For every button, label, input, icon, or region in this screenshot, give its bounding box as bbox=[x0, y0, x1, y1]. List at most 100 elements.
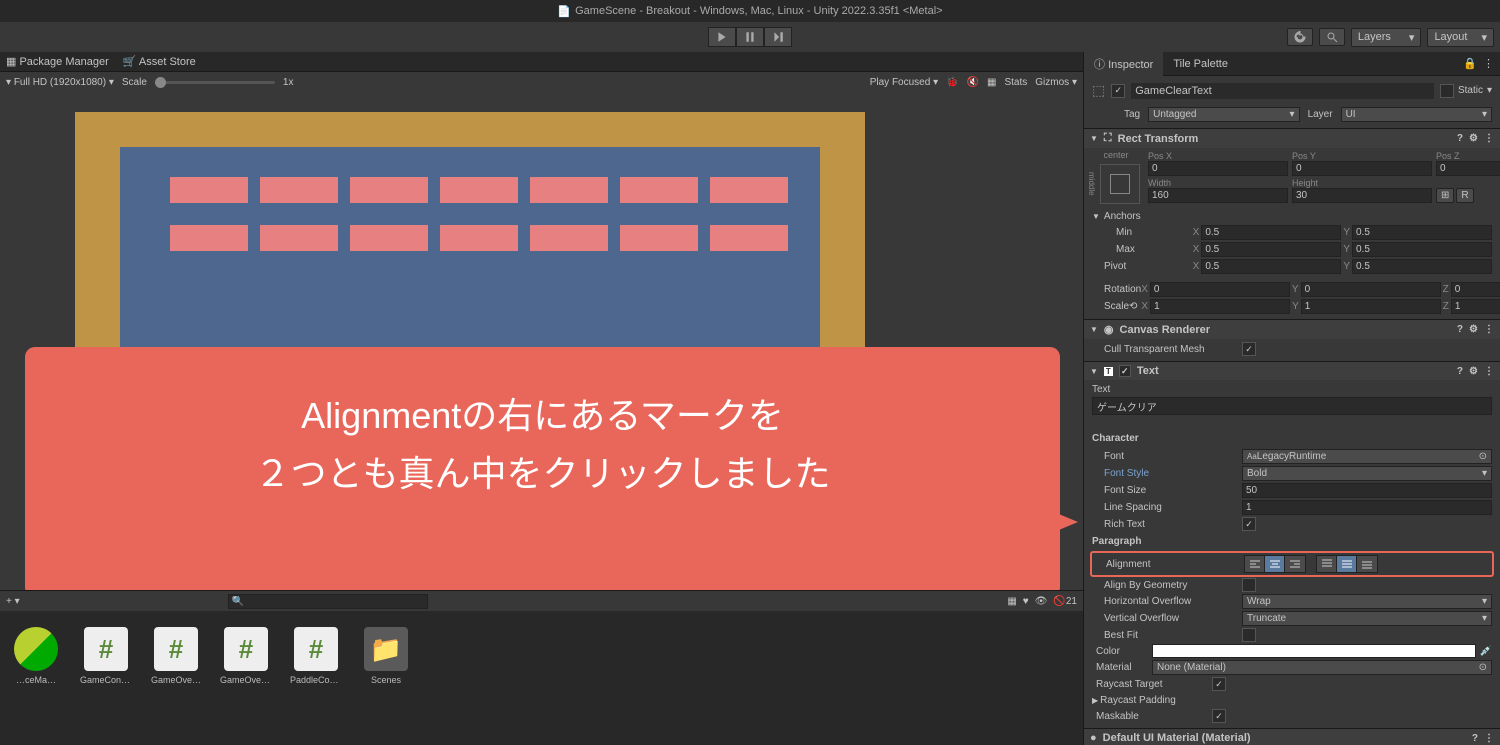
v-overflow-dropdown[interactable]: Truncate▾ bbox=[1242, 611, 1492, 626]
raw-edit-button[interactable]: R bbox=[1456, 188, 1473, 203]
text-enabled-checkbox[interactable] bbox=[1119, 365, 1131, 377]
anchor-preset-button[interactable]: middle bbox=[1100, 164, 1140, 204]
align-center-button[interactable] bbox=[1265, 556, 1285, 572]
font-style-dropdown[interactable]: Bold▾ bbox=[1242, 466, 1492, 481]
eyedropper-icon[interactable]: 💉 bbox=[1480, 646, 1492, 657]
step-button[interactable] bbox=[764, 27, 792, 47]
anchor-max-x[interactable] bbox=[1201, 242, 1341, 257]
anchor-max-y[interactable] bbox=[1352, 242, 1492, 257]
asset-item[interactable]: #PaddleCon… bbox=[290, 627, 342, 685]
scale-z[interactable] bbox=[1451, 299, 1500, 314]
width-input[interactable] bbox=[1148, 188, 1288, 203]
constrain-icon[interactable]: ⟲ bbox=[1129, 301, 1137, 312]
layers-dropdown[interactable]: Layers ▾ bbox=[1351, 28, 1422, 47]
project-filter-icon[interactable]: ▦ bbox=[1007, 596, 1016, 607]
font-field[interactable]: AaLegacyRuntime⊙ bbox=[1242, 449, 1492, 464]
search-button[interactable] bbox=[1319, 28, 1345, 46]
stats-button[interactable]: Stats bbox=[1004, 77, 1027, 88]
rot-y[interactable] bbox=[1301, 282, 1441, 297]
undo-history-button[interactable] bbox=[1287, 28, 1313, 46]
posy-input[interactable] bbox=[1292, 161, 1432, 176]
line-spacing-input[interactable] bbox=[1242, 500, 1492, 515]
posx-input[interactable] bbox=[1148, 161, 1288, 176]
blueprint-button[interactable]: ⊞ bbox=[1436, 188, 1454, 203]
layout-dropdown[interactable]: Layout ▾ bbox=[1427, 28, 1494, 47]
anchor-min-x[interactable] bbox=[1201, 225, 1341, 240]
align-bottom-button[interactable] bbox=[1357, 556, 1377, 572]
tab-tile-palette[interactable]: Tile Palette bbox=[1163, 54, 1238, 74]
pivot-x[interactable] bbox=[1201, 259, 1341, 274]
aspect-dropdown[interactable]: ▾ Full HD (1920x1080) ▾ bbox=[6, 77, 114, 88]
canvas-renderer-header[interactable]: ▼◉ Canvas Renderer ?⚙⋮ bbox=[1084, 320, 1500, 339]
material-field[interactable]: None (Material)⊙ bbox=[1152, 660, 1492, 675]
anchor-min-y[interactable] bbox=[1352, 225, 1492, 240]
debug-icon[interactable]: 🐞 bbox=[946, 77, 958, 88]
gameobject-name-input[interactable] bbox=[1131, 83, 1434, 99]
asset-item[interactable]: …ceMa… bbox=[10, 627, 62, 685]
help-icon[interactable]: ? bbox=[1457, 324, 1463, 335]
vsync-icon[interactable]: ▦ bbox=[987, 77, 996, 88]
rect-transform-header[interactable]: ▼⛶ Rect Transform ?⚙⋮ bbox=[1084, 129, 1500, 148]
default-material-header[interactable]: ● Default UI Material (Material) ?⋮ bbox=[1084, 729, 1500, 745]
pause-button[interactable] bbox=[736, 27, 764, 47]
layer-dropdown[interactable]: UI▾ bbox=[1341, 107, 1492, 122]
align-middle-button[interactable] bbox=[1337, 556, 1357, 572]
height-input[interactable] bbox=[1292, 188, 1432, 203]
preset-icon[interactable]: ⚙ bbox=[1469, 366, 1478, 377]
asset-item[interactable]: 📁Scenes bbox=[360, 627, 412, 685]
cull-checkbox[interactable] bbox=[1242, 342, 1256, 356]
play-button[interactable] bbox=[708, 27, 736, 47]
h-overflow-dropdown[interactable]: Wrap▾ bbox=[1242, 594, 1492, 609]
project-favorite-icon[interactable]: ♥ bbox=[1023, 596, 1029, 607]
scale-y[interactable] bbox=[1301, 299, 1441, 314]
align-left-button[interactable] bbox=[1245, 556, 1265, 572]
asset-item[interactable]: #GameCont… bbox=[80, 627, 132, 685]
game-view[interactable]: Alignmentの右にあるマークを ２つとも真ん中をクリックしました bbox=[0, 92, 1083, 590]
rich-text-checkbox[interactable] bbox=[1242, 517, 1256, 531]
tab-package-manager[interactable]: ▦ Package Manager bbox=[6, 55, 109, 68]
document-icon: 📄 bbox=[557, 5, 571, 18]
help-icon[interactable]: ? bbox=[1457, 133, 1463, 144]
tab-asset-store[interactable]: 🛒 Asset Store bbox=[123, 55, 196, 68]
preset-icon[interactable]: ⚙ bbox=[1469, 133, 1478, 144]
project-search-input[interactable] bbox=[228, 594, 428, 609]
asset-item[interactable]: #GameOver… bbox=[220, 627, 272, 685]
mute-icon[interactable]: 🔇 bbox=[967, 77, 979, 88]
text-content-input[interactable] bbox=[1092, 397, 1492, 415]
menu-icon[interactable]: ⋮ bbox=[1483, 57, 1494, 70]
project-add-button[interactable]: + ▾ bbox=[6, 596, 20, 607]
project-hidden-icon[interactable]: 🚫21 bbox=[1053, 596, 1077, 607]
font-size-input[interactable] bbox=[1242, 483, 1492, 498]
align-right-button[interactable] bbox=[1285, 556, 1305, 572]
menu-icon[interactable]: ⋮ bbox=[1484, 733, 1494, 744]
gizmos-dropdown[interactable]: Gizmos ▾ bbox=[1035, 77, 1077, 88]
tab-inspector[interactable]: ⓘ Inspector bbox=[1084, 52, 1163, 76]
raycast-checkbox[interactable] bbox=[1212, 677, 1226, 691]
menu-icon[interactable]: ⋮ bbox=[1484, 324, 1494, 335]
text-component-header[interactable]: ▼T Text ?⚙⋮ bbox=[1084, 362, 1500, 380]
play-focused-dropdown[interactable]: Play Focused ▾ bbox=[870, 77, 938, 88]
help-icon[interactable]: ? bbox=[1457, 366, 1463, 377]
static-checkbox[interactable] bbox=[1440, 84, 1454, 98]
maskable-checkbox[interactable] bbox=[1212, 709, 1226, 723]
align-geom-checkbox[interactable] bbox=[1242, 578, 1256, 592]
posz-input[interactable] bbox=[1436, 161, 1500, 176]
rot-x[interactable] bbox=[1150, 282, 1290, 297]
asset-item[interactable]: #GameOve… bbox=[150, 627, 202, 685]
gameobject-icon[interactable]: ⬚ bbox=[1092, 82, 1105, 99]
help-icon[interactable]: ? bbox=[1472, 733, 1478, 744]
project-visibility-icon[interactable]: 👁 bbox=[1035, 596, 1048, 607]
scale-x[interactable] bbox=[1150, 299, 1290, 314]
color-field[interactable] bbox=[1152, 644, 1476, 658]
tag-dropdown[interactable]: Untagged▾ bbox=[1148, 107, 1299, 122]
scale-slider[interactable] bbox=[155, 81, 275, 84]
active-checkbox[interactable] bbox=[1111, 84, 1125, 98]
align-top-button[interactable] bbox=[1317, 556, 1337, 572]
pivot-y[interactable] bbox=[1352, 259, 1492, 274]
preset-icon[interactable]: ⚙ bbox=[1469, 324, 1478, 335]
lock-icon[interactable]: 🔒 bbox=[1463, 57, 1477, 70]
rot-z[interactable] bbox=[1451, 282, 1500, 297]
menu-icon[interactable]: ⋮ bbox=[1484, 366, 1494, 377]
best-fit-checkbox[interactable] bbox=[1242, 628, 1256, 642]
menu-icon[interactable]: ⋮ bbox=[1484, 133, 1494, 144]
